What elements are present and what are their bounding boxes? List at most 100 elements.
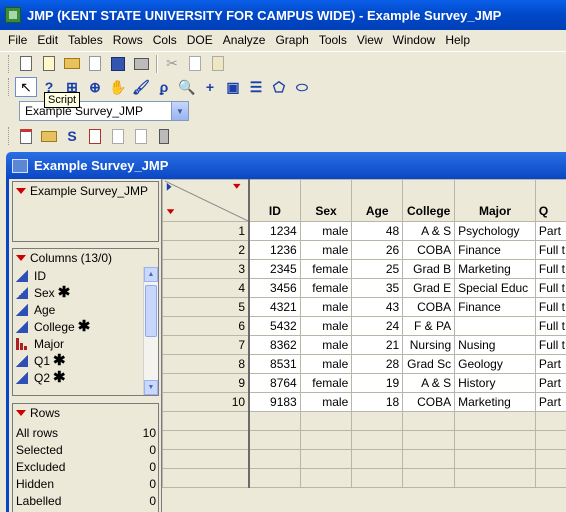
chevron-down-icon[interactable]: ▼: [171, 102, 188, 120]
menu-tools[interactable]: Tools: [314, 33, 352, 47]
table-row[interactable]: 5 4321 male 43 COBA Finance Full t: [162, 297, 566, 317]
lasso-tool-button[interactable]: ϼ: [153, 77, 175, 97]
table-row[interactable]: 1 1234 male 48 A & S Psychology Part: [162, 221, 566, 241]
log-button[interactable]: [107, 126, 129, 146]
oval-tool-button[interactable]: ⬭: [291, 77, 313, 97]
scroll-thumb[interactable]: [145, 285, 157, 337]
column-item-q1[interactable]: Q1 ✱: [13, 352, 143, 369]
column-item-age[interactable]: Age: [13, 301, 143, 318]
cell-college[interactable]: COBA: [402, 240, 456, 260]
toolbar-grip[interactable]: [8, 78, 11, 96]
rows-hotspot-icon[interactable]: [16, 410, 26, 416]
cell-major[interactable]: Nusing: [454, 335, 536, 355]
row-number[interactable]: 5: [162, 297, 251, 317]
grid-corner[interactable]: [162, 179, 251, 222]
scroll-up-icon[interactable]: ▲: [144, 267, 158, 282]
cell-college[interactable]: Grad E: [402, 278, 456, 298]
row-state-excluded[interactable]: Excluded 0: [13, 458, 158, 475]
cell-id[interactable]: 1236: [248, 240, 301, 260]
cell-age[interactable]: 21: [351, 335, 404, 355]
menu-tables[interactable]: Tables: [63, 33, 108, 47]
column-header-id[interactable]: ID: [248, 179, 301, 222]
cell-id[interactable]: 4321: [248, 297, 301, 317]
cell-age[interactable]: 19: [351, 373, 404, 393]
cell-q[interactable]: Part: [534, 373, 566, 393]
cell-id[interactable]: 8362: [248, 335, 301, 355]
cell-sex[interactable]: male: [299, 354, 353, 374]
menu-help[interactable]: Help: [440, 33, 475, 47]
row-number[interactable]: 6: [162, 316, 251, 336]
row-state-selected[interactable]: Selected 0: [13, 441, 158, 458]
cell-college[interactable]: COBA: [402, 392, 456, 412]
copy-button[interactable]: [184, 54, 206, 74]
row-number[interactable]: 8: [162, 354, 251, 374]
annotate-tool-button[interactable]: ▣: [222, 77, 244, 97]
column-item-q2[interactable]: Q2 ✱: [13, 369, 143, 386]
crosshair-tool-button[interactable]: +: [199, 77, 221, 97]
cell-age[interactable]: 48: [351, 221, 404, 241]
cell-college[interactable]: A & S: [402, 373, 456, 393]
cell-id[interactable]: 2345: [248, 259, 301, 279]
save-button[interactable]: [107, 54, 129, 74]
table-name[interactable]: Example Survey_JMP: [30, 184, 148, 198]
menu-cols[interactable]: Cols: [148, 33, 182, 47]
cell-q[interactable]: Full t: [534, 297, 566, 317]
cell-major[interactable]: Marketing: [454, 392, 536, 412]
cell-q[interactable]: Full t: [534, 316, 566, 336]
menu-file[interactable]: File: [3, 33, 32, 47]
cell-sex[interactable]: male: [299, 240, 353, 260]
cell-sex[interactable]: male: [299, 297, 353, 317]
column-item-sex[interactable]: Sex ✱: [13, 284, 143, 301]
table-row[interactable]: 10 9183 male 18 COBA Marketing Part: [162, 392, 566, 412]
cell-age[interactable]: 18: [351, 392, 404, 412]
toolbar-grip[interactable]: [8, 127, 11, 145]
magnifier-tool-button[interactable]: 🔍: [176, 77, 198, 97]
menu-edit[interactable]: Edit: [32, 33, 63, 47]
cell-id[interactable]: 8531: [248, 354, 301, 374]
table-row[interactable]: 8 8531 male 28 Grad Sc Geology Part: [162, 354, 566, 374]
report-button[interactable]: [130, 126, 152, 146]
row-number[interactable]: 9: [162, 373, 251, 393]
new-data-table-button[interactable]: [15, 54, 37, 74]
cell-age[interactable]: 43: [351, 297, 404, 317]
arrow-tool-button[interactable]: ↖: [15, 77, 37, 97]
script-window-button[interactable]: [84, 126, 106, 146]
cell-sex[interactable]: male: [299, 316, 353, 336]
cell-major[interactable]: Marketing: [454, 259, 536, 279]
cell-id[interactable]: 3456: [248, 278, 301, 298]
menu-graph[interactable]: Graph: [270, 33, 313, 47]
column-header-age[interactable]: Age: [351, 179, 404, 222]
table-row[interactable]: 4 3456 female 35 Grad E Special Educ Full t: [162, 278, 566, 298]
data-table-window-titlebar[interactable]: Example Survey_JMP: [6, 152, 566, 179]
cell-college[interactable]: F & PA: [402, 316, 456, 336]
cell-sex[interactable]: male: [299, 221, 353, 241]
scroll-down-icon[interactable]: ▼: [144, 380, 158, 395]
menu-window[interactable]: Window: [388, 33, 441, 47]
cell-age[interactable]: 24: [351, 316, 404, 336]
cell-major[interactable]: Finance: [454, 240, 536, 260]
cell-college[interactable]: Grad B: [402, 259, 456, 279]
cell-age[interactable]: 28: [351, 354, 404, 374]
column-header-major[interactable]: Major: [454, 179, 536, 222]
cell-sex[interactable]: female: [299, 259, 353, 279]
cell-q[interactable]: Full t: [534, 240, 566, 260]
column-header-sex[interactable]: Sex: [299, 179, 353, 222]
cell-major[interactable]: Special Educ: [454, 278, 536, 298]
table-row[interactable]: 7 8362 male 21 Nursing Nusing Full t: [162, 335, 566, 355]
table-row[interactable]: 6 5432 male 24 F & PA Full t: [162, 316, 566, 336]
menu-rows[interactable]: Rows: [108, 33, 148, 47]
cell-age[interactable]: 26: [351, 240, 404, 260]
cell-college[interactable]: Nursing: [402, 335, 456, 355]
scroller-tool-button[interactable]: ⊕: [84, 77, 106, 97]
row-number[interactable]: 4: [162, 278, 251, 298]
cell-id[interactable]: 5432: [248, 316, 301, 336]
line-tool-button[interactable]: ☰: [245, 77, 267, 97]
cell-age[interactable]: 35: [351, 278, 404, 298]
toolbar-grip[interactable]: [8, 54, 11, 73]
column-item-college[interactable]: College ✱: [13, 318, 143, 335]
menu-analyze[interactable]: Analyze: [218, 33, 271, 47]
cell-major[interactable]: Psychology: [454, 221, 536, 241]
open-button[interactable]: [61, 54, 83, 74]
data-grid-button[interactable]: [15, 126, 37, 146]
cell-q[interactable]: Full t: [534, 335, 566, 355]
